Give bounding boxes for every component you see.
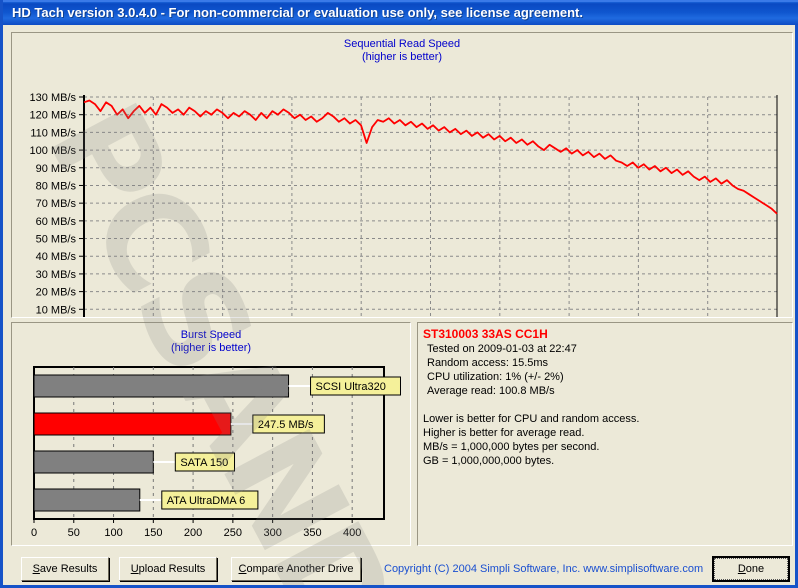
burst-xtick: 100 <box>104 527 122 539</box>
seq-ytick: 110 MB/s <box>30 127 76 139</box>
seq-ytick: 20 MB/s <box>36 287 77 299</box>
seq-ytick: 100 MB/s <box>30 145 77 157</box>
done-rest: one <box>746 563 764 575</box>
compare-label: Compare Another Drive <box>239 563 354 575</box>
info-tested-on: Tested on 2009-01-03 at 22:47 <box>427 343 577 355</box>
burst-xtick: 300 <box>263 527 281 539</box>
burst-xtick: 150 <box>144 527 162 539</box>
burst-xtick: 50 <box>68 527 80 539</box>
burst-speed-chart: 0 50 100 150 200 250 300 350 400 SCSI Ultra320 247… <box>12 323 410 545</box>
burst-speed-panel: Burst Speed (higher is better) 050100150… <box>11 322 411 546</box>
drive-model: ST310003 33AS CC1H <box>423 327 548 341</box>
upload-results-button[interactable]: Upload Results <box>119 557 217 581</box>
burst-xtick: 200 <box>184 527 202 539</box>
copyright-text: Copyright (C) 2004 Simpli Software, Inc.… <box>384 563 703 575</box>
info-note-higher-better: Higher is better for average read. <box>423 427 584 439</box>
sequential-read-panel: Sequential Read Speed (higher is better)… <box>11 32 793 318</box>
seq-ytick: 30 MB/s <box>36 269 77 281</box>
info-random-access: Random access: 15.5ms <box>427 357 548 369</box>
done-label: Done <box>738 563 764 575</box>
burst-bar <box>34 451 153 473</box>
drive-info-panel: ST310003 33AS CC1H Tested on 2009-01-03 … <box>417 322 793 546</box>
burst-bar <box>34 375 289 397</box>
upload-rest: pload Results <box>139 563 206 575</box>
info-note-mbps-def: MB/s = 1,000,000 bytes per second. <box>423 441 599 453</box>
seq-ytick: 60 MB/s <box>36 216 77 228</box>
svg-text:SATA 150: SATA 150 <box>180 457 228 469</box>
done-accel-char: D <box>738 563 746 575</box>
compare-rest: ompare Another Drive <box>246 563 353 575</box>
save-results-label: Save Results <box>33 563 98 575</box>
svg-text:ATA UltraDMA 6: ATA UltraDMA 6 <box>167 495 245 507</box>
upload-results-label: Upload Results <box>131 563 206 575</box>
svg-text:247.5 MB/s: 247.5 MB/s <box>258 419 314 431</box>
hd-tach-window: HD Tach version 3.0.4.0 - For non-commer… <box>0 0 798 588</box>
burst-bar-label: 247.5 MB/s <box>253 415 325 433</box>
info-average-read: Average read: 100.8 MB/s <box>427 385 555 397</box>
done-button-inner: Done <box>714 558 788 580</box>
seq-ytick: 120 MB/s <box>30 110 77 122</box>
done-button[interactable]: Done <box>712 556 790 582</box>
burst-xtick: 0 <box>31 527 37 539</box>
compare-another-drive-button[interactable]: Compare Another Drive <box>231 557 361 581</box>
seq-ytick: 40 MB/s <box>36 251 77 263</box>
burst-xtick: 250 <box>224 527 242 539</box>
info-cpu-utilization: CPU utilization: 1% (+/- 2%) <box>427 371 564 383</box>
burst-bar-label: SATA 150 <box>175 453 234 471</box>
seq-ytick: 70 MB/s <box>36 198 77 210</box>
svg-text:SCSI Ultra320: SCSI Ultra320 <box>316 381 386 393</box>
seq-ytick: 90 MB/s <box>36 163 77 175</box>
seq-ytick: 130 MB/s <box>30 92 77 104</box>
sequential-read-chart: 0 MB/s10 MB/s20 MB/s30 MB/s40 MB/s50 MB/… <box>12 33 792 317</box>
burst-xtick: 400 <box>343 527 361 539</box>
title-bar: HD Tach version 3.0.4.0 - For non-commer… <box>3 0 798 25</box>
burst-bar <box>34 489 140 511</box>
window-title: HD Tach version 3.0.4.0 - For non-commer… <box>12 5 583 20</box>
info-note-lower-better: Lower is better for CPU and random acces… <box>423 413 639 425</box>
seq-ytick: 80 MB/s <box>36 180 77 192</box>
save-accel-char: S <box>33 563 40 575</box>
save-results-button[interactable]: Save Results <box>21 557 109 581</box>
info-note-gb-def: GB = 1,000,000,000 bytes. <box>423 455 554 467</box>
burst-bar-label: SCSI Ultra320 <box>311 377 401 395</box>
burst-xtick: 350 <box>303 527 321 539</box>
burst-bar-label: ATA UltraDMA 6 <box>162 491 258 509</box>
upload-accel-char: U <box>131 563 139 575</box>
seq-ytick: 50 MB/s <box>36 234 77 246</box>
seq-ytick: 10 MB/s <box>36 304 77 316</box>
burst-bar <box>34 413 231 435</box>
save-rest: ave Results <box>40 563 97 575</box>
